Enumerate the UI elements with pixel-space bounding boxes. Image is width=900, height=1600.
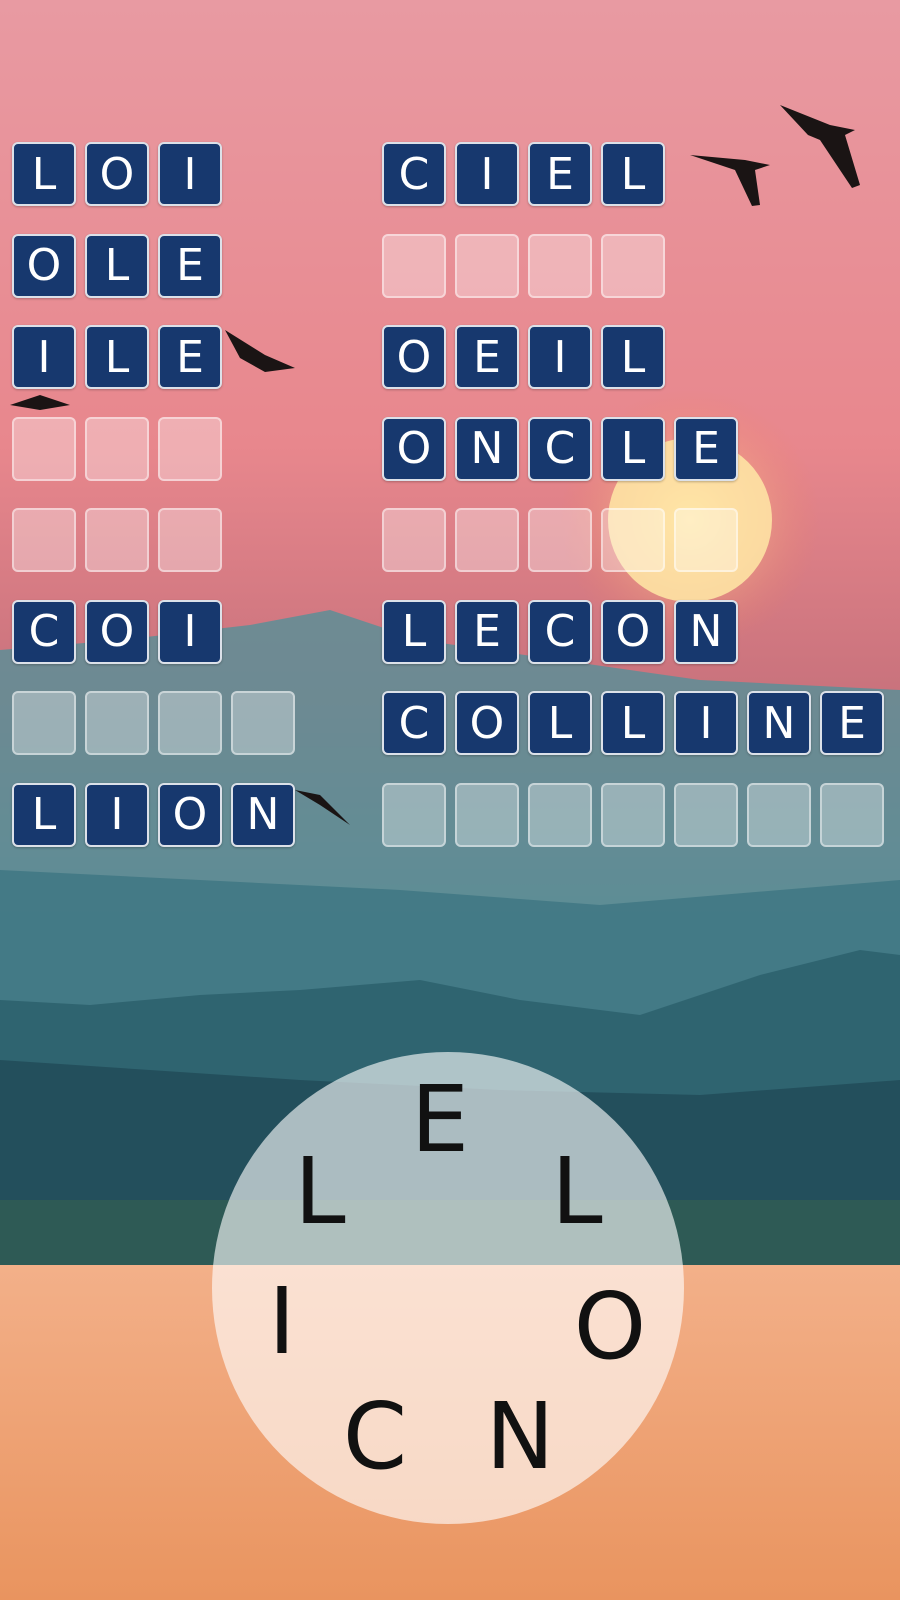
empty-tile xyxy=(382,508,446,572)
wheel-letter-button[interactable]: I xyxy=(268,1276,295,1368)
letter-tile: O xyxy=(85,599,149,664)
letter-tile: E xyxy=(455,325,519,389)
letter-tile: L xyxy=(528,691,592,755)
wheel-letter-button[interactable]: C xyxy=(343,1391,407,1483)
letter-tile: O xyxy=(158,782,222,847)
letter-tile: L xyxy=(12,142,76,206)
empty-tile xyxy=(674,508,738,572)
word-row: O L E xyxy=(12,233,304,300)
word-row xyxy=(12,691,304,757)
letter-tile: L xyxy=(85,325,149,389)
empty-tile xyxy=(158,416,222,481)
wheel-letter-button[interactable]: O xyxy=(574,1281,646,1373)
empty-tile xyxy=(820,782,884,847)
empty-tile xyxy=(455,782,519,847)
wheel-letter-button[interactable]: N xyxy=(486,1391,555,1483)
letter-tile: C xyxy=(528,416,592,481)
word-row xyxy=(12,508,304,574)
letter-tile: O xyxy=(455,691,519,755)
left-word-column: L O I O L E I L E C O I L I O N xyxy=(12,142,304,874)
letter-tile: I xyxy=(85,782,149,847)
letter-tile: N xyxy=(747,691,811,755)
empty-tile xyxy=(382,782,446,847)
letter-tile: C xyxy=(528,599,592,664)
letter-tile: I xyxy=(12,325,76,389)
empty-tile xyxy=(158,691,222,755)
letter-tile: E xyxy=(674,416,738,481)
letter-tile: O xyxy=(382,325,446,389)
letter-tile: O xyxy=(601,599,665,664)
letter-tile: O xyxy=(85,142,149,206)
letter-tile: E xyxy=(528,142,592,206)
letter-tile: L xyxy=(601,325,665,389)
word-row: C O L L I N E xyxy=(382,691,893,757)
empty-tile xyxy=(601,233,665,298)
empty-tile xyxy=(601,782,665,847)
letter-tile: I xyxy=(158,599,222,664)
letter-tile: L xyxy=(382,599,446,664)
letter-tile: L xyxy=(12,782,76,847)
letter-tile: L xyxy=(601,142,665,206)
word-row: L I O N xyxy=(12,782,304,849)
letter-tile: E xyxy=(455,599,519,664)
word-row: O N C L E xyxy=(382,416,893,483)
wheel-letter-button[interactable]: E xyxy=(411,1074,469,1166)
empty-tile xyxy=(231,691,295,755)
empty-tile xyxy=(674,782,738,847)
empty-tile xyxy=(158,508,222,572)
letter-tile: E xyxy=(820,691,884,755)
letter-tile: I xyxy=(455,142,519,206)
word-row: L O I xyxy=(12,142,304,208)
empty-tile xyxy=(528,233,592,298)
letter-tile: E xyxy=(158,233,222,298)
letter-tile: C xyxy=(382,691,446,755)
word-row xyxy=(382,233,893,300)
wheel-letter-button[interactable]: L xyxy=(551,1146,602,1238)
letter-tile: I xyxy=(528,325,592,389)
letter-tile: C xyxy=(382,142,446,206)
empty-tile xyxy=(85,508,149,572)
empty-tile xyxy=(455,233,519,298)
letter-tile: N xyxy=(674,599,738,664)
empty-tile xyxy=(528,782,592,847)
word-row: O E I L xyxy=(382,325,893,391)
letter-tile: C xyxy=(12,599,76,664)
letter-tile: N xyxy=(455,416,519,481)
empty-tile xyxy=(12,691,76,755)
empty-tile xyxy=(12,416,76,481)
word-row xyxy=(382,508,893,574)
word-row xyxy=(382,782,893,849)
empty-tile xyxy=(455,508,519,572)
letter-wheel[interactable]: E L L I O C N xyxy=(212,1052,684,1524)
empty-tile xyxy=(747,782,811,847)
word-row: I L E xyxy=(12,325,304,391)
letter-tile: E xyxy=(158,325,222,389)
empty-tile xyxy=(85,691,149,755)
empty-tile xyxy=(382,233,446,298)
empty-tile xyxy=(601,508,665,572)
word-row: C I E L xyxy=(382,142,893,208)
empty-tile xyxy=(12,508,76,572)
letter-tile: L xyxy=(601,416,665,481)
letter-tile: N xyxy=(231,782,295,847)
letter-tile: L xyxy=(85,233,149,298)
letter-tile: O xyxy=(12,233,76,298)
right-word-column: C I E L O E I L O N C L E L E C O N C O xyxy=(382,142,893,874)
wheel-letter-button[interactable]: L xyxy=(294,1146,345,1238)
word-row: C O I xyxy=(12,599,304,666)
empty-tile xyxy=(528,508,592,572)
word-row xyxy=(12,416,304,483)
letter-tile: I xyxy=(674,691,738,755)
letter-tile: O xyxy=(382,416,446,481)
letter-tile: L xyxy=(601,691,665,755)
word-row: L E C O N xyxy=(382,599,893,666)
letter-tile: I xyxy=(158,142,222,206)
empty-tile xyxy=(85,416,149,481)
